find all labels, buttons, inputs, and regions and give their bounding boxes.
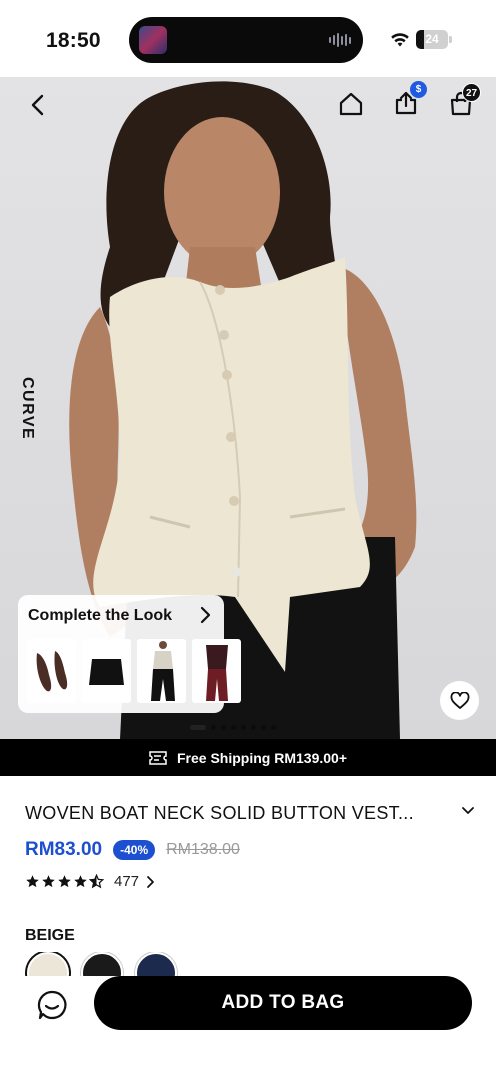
- carousel-dot: [241, 725, 246, 730]
- add-to-bag-button[interactable]: ADD TO BAG: [94, 976, 472, 1030]
- battery-indicator: 24: [416, 30, 448, 49]
- star-icon: [74, 875, 87, 888]
- carousel-dot: [261, 725, 266, 730]
- sale-price: RM83.00: [25, 839, 103, 860]
- dynamic-island: [129, 17, 363, 63]
- free-shipping-banner[interactable]: Free Shipping RM139.00+: [0, 739, 496, 776]
- carousel-dot: [211, 725, 216, 730]
- chevron-right-icon: [200, 606, 211, 624]
- heart-icon: [450, 691, 469, 709]
- original-price: RM138.00: [166, 841, 240, 858]
- product-title-row[interactable]: WOVEN BOAT NECK SOLID BUTTON VEST...: [25, 803, 475, 827]
- bottom-action-bar: ADD TO BAG: [0, 976, 496, 1080]
- wifi-icon: [391, 33, 409, 47]
- look-item-burgundy-pants[interactable]: [192, 639, 241, 703]
- bag-count-badge: 27: [462, 83, 481, 102]
- rating-row[interactable]: 477: [25, 873, 155, 890]
- chat-icon: [37, 990, 67, 1020]
- color-label: BEIGE: [25, 927, 75, 944]
- battery-percent: 24: [425, 32, 439, 46]
- now-playing-artwork: [139, 26, 167, 54]
- product-title: WOVEN BOAT NECK SOLID BUTTON VEST...: [25, 803, 414, 823]
- carousel-dot: [221, 725, 226, 730]
- carousel-dot: [190, 725, 206, 730]
- battery-fill: [416, 30, 424, 49]
- share-reward-badge: $: [410, 81, 427, 98]
- color-swatch[interactable]: [81, 952, 123, 976]
- complete-the-look-card[interactable]: Complete the Look: [18, 595, 241, 713]
- color-swatches: [25, 952, 225, 976]
- chevron-right-icon: [147, 875, 154, 888]
- home-button[interactable]: [336, 89, 366, 119]
- discount-badge: -40%: [113, 840, 156, 860]
- home-icon: [339, 92, 363, 116]
- color-swatch[interactable]: [27, 952, 69, 976]
- color-swatch[interactable]: [135, 952, 177, 976]
- look-item-trousers[interactable]: [137, 639, 186, 703]
- product-image-carousel[interactable]: $ 27 CURVE Complete the Look: [0, 77, 496, 739]
- carousel-dot: [271, 725, 276, 730]
- star-icon: [89, 874, 104, 889]
- wishlist-button[interactable]: [440, 681, 479, 720]
- shipping-voucher-icon: [149, 750, 167, 765]
- look-item-skirt[interactable]: [82, 639, 131, 703]
- curve-label: CURVE: [19, 377, 36, 441]
- star-icon: [42, 875, 55, 888]
- battery-tip: [449, 36, 452, 43]
- status-time: 18:50: [46, 29, 101, 52]
- carousel-indicator: [190, 725, 276, 730]
- audio-wave-icon: [329, 32, 351, 48]
- chevron-down-icon: [462, 807, 474, 814]
- star-icon: [26, 875, 39, 888]
- status-bar: 18:50 24: [0, 0, 496, 77]
- complete-the-look-title: Complete the Look: [28, 607, 173, 624]
- look-item-flats[interactable]: [27, 639, 76, 703]
- carousel-dot: [231, 725, 236, 730]
- review-count: 477: [114, 873, 140, 890]
- star-rating: [25, 874, 104, 889]
- back-button[interactable]: [22, 90, 52, 120]
- carousel-dot: [251, 725, 256, 730]
- free-shipping-text: Free Shipping RM139.00+: [177, 749, 347, 766]
- chevron-left-icon: [31, 94, 44, 116]
- chat-button[interactable]: [36, 989, 68, 1021]
- star-icon: [58, 875, 71, 888]
- price-row: RM83.00 -40% RM138.00: [25, 839, 240, 861]
